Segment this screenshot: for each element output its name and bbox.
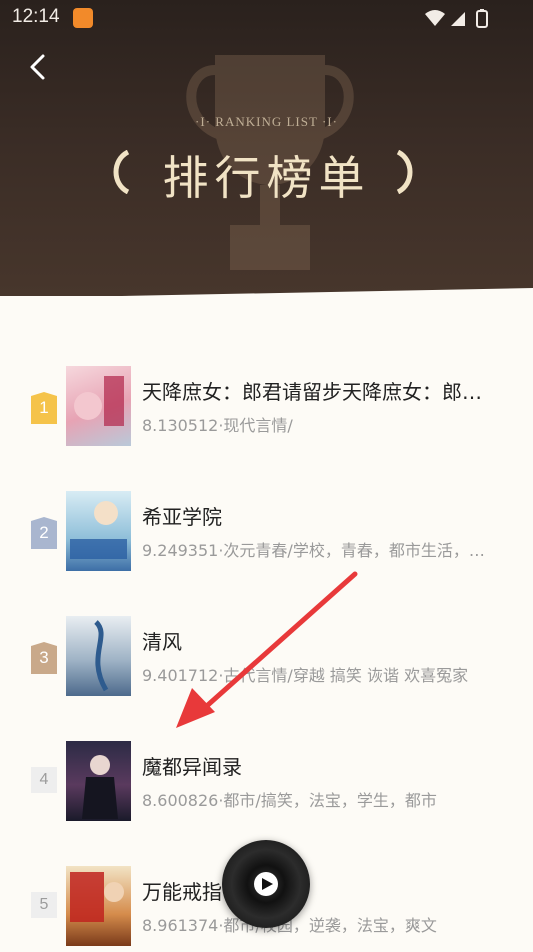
book-cover[interactable] xyxy=(66,366,131,446)
list-item[interactable]: 4 魔都异闻录 8.600826·都市/搞笑，法宝，学生，都市 xyxy=(0,737,533,827)
book-title: 天降庶女：郎君请留步天降庶女：郎君请留步 xyxy=(142,380,492,404)
book-cover[interactable] xyxy=(66,741,131,821)
cover-art xyxy=(94,620,109,692)
book-cover[interactable] xyxy=(66,491,131,571)
book-meta: 8.130512·现代言情/ xyxy=(142,416,293,435)
book-title: 魔都异闻录 xyxy=(142,755,242,779)
book-title: 万能戒指 xyxy=(142,880,222,904)
signal-icon xyxy=(451,12,465,26)
cover-art xyxy=(82,755,118,819)
list-item[interactable]: 3 清风 9.401712·古代言情/穿越 搞笑 诙谐 欢喜冤家 xyxy=(0,612,533,702)
book-title: 清风 xyxy=(142,630,182,654)
rank-number: 3 xyxy=(39,648,49,667)
back-arrow-icon[interactable] xyxy=(25,52,53,82)
status-icons xyxy=(425,9,488,28)
rank-badge-silver: 2 xyxy=(31,517,57,549)
app-notification-icon xyxy=(73,8,93,28)
subtitle-text: RANKING LIST xyxy=(215,114,318,129)
list-item[interactable]: 1 天降庶女：郎君请留步天降庶女：郎君请留步 8.130512·现代言情/ xyxy=(0,362,533,452)
rank-number: 2 xyxy=(39,523,49,542)
list-item[interactable]: 2 希亚学院 9.249351·次元青春/学校，青春，都市生活，温馨 xyxy=(0,487,533,577)
book-title: 希亚学院 xyxy=(142,505,222,529)
book-meta: 8.961374·都市/校园，逆袭，法宝，爽文 xyxy=(142,916,437,935)
play-icon xyxy=(254,872,278,896)
rank-number: 5 xyxy=(31,892,57,918)
book-cover[interactable] xyxy=(66,866,131,946)
book-meta: 9.401712·古代言情/穿越 搞笑 诙谐 欢喜冤家 xyxy=(142,666,469,685)
rank-number: 4 xyxy=(31,767,57,793)
book-meta: 8.600826·都市/搞笑，法宝，学生，都市 xyxy=(142,791,437,810)
cover-art xyxy=(70,501,127,559)
subtitle-ornament-right: ·I· xyxy=(321,114,338,129)
cover-art xyxy=(74,376,124,426)
cover-art xyxy=(70,872,124,922)
status-bar: 12:14 xyxy=(0,0,533,36)
subtitle-ornament-left: ·I· xyxy=(195,114,212,129)
status-time: 12:14 xyxy=(12,6,60,27)
ranking-subtitle: ·I· RANKING LIST ·I· xyxy=(0,114,533,130)
rank-badge-bronze: 3 xyxy=(31,642,57,674)
book-meta: 9.249351·次元青春/学校，青春，都市生活，温馨 xyxy=(142,541,492,560)
audio-player-button[interactable] xyxy=(222,840,310,928)
rank-number: 1 xyxy=(39,398,49,417)
wifi-icon xyxy=(425,10,445,26)
laurel-right-icon xyxy=(396,150,413,194)
rank-badge-gold: 1 xyxy=(31,392,57,424)
book-cover[interactable] xyxy=(66,616,131,696)
page-title: 排行榜单 xyxy=(162,151,371,205)
battery-icon xyxy=(476,10,488,28)
